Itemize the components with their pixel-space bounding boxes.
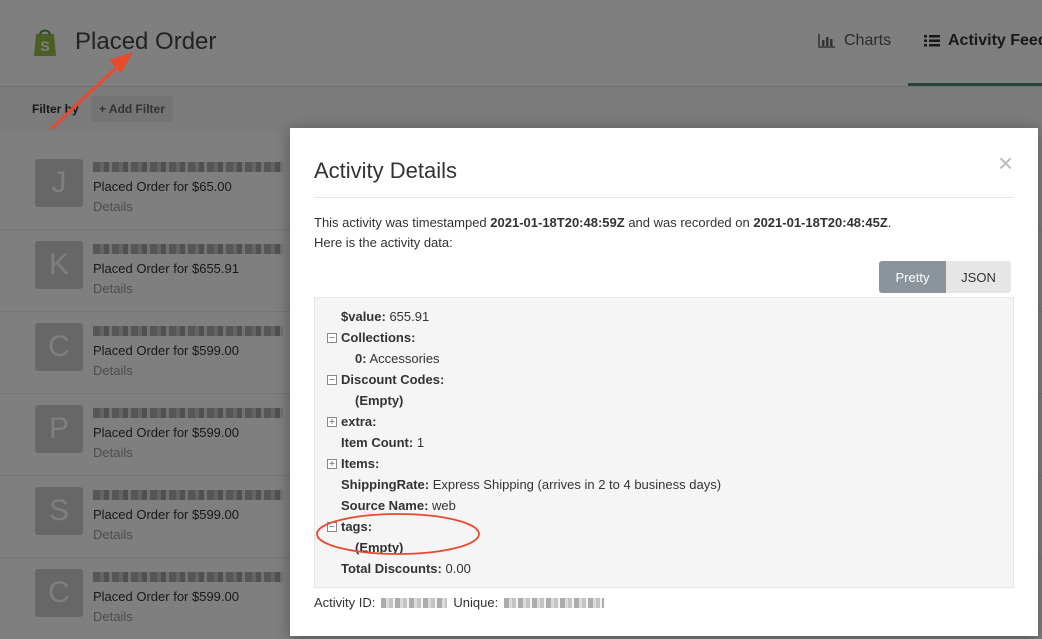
data-row-tags-value: (Empty) [355,540,404,555]
data-row-item-count: Item Count: 1 [341,435,425,450]
expand-icon[interactable]: + [327,459,337,469]
timestamped-at: 2021-01-18T20:48:59Z [490,215,625,230]
collapse-icon[interactable]: − [327,522,337,532]
data-row-collections: Collections: [341,330,416,345]
collapse-icon[interactable]: − [327,375,337,385]
data-row-extra: extra: [341,414,377,429]
close-icon[interactable]: × [998,150,1013,176]
redacted-activity-id [381,597,448,608]
intro-text: Here is the activity data: [314,235,453,250]
data-row-items: Items: [341,456,380,471]
activity-details-modal: Activity Details × This activity was tim… [290,128,1038,636]
data-row-shipping-rate: ShippingRate: Express Shipping (arrives … [341,477,722,492]
data-row-source-name: Source Name: web [341,498,456,513]
data-row-discount-codes-value: (Empty) [355,393,404,408]
data-row-tags: tags: [341,519,373,534]
json-button[interactable]: JSON [946,261,1011,293]
data-row-collections-item: 0: Accessories [355,351,440,366]
collapse-icon[interactable]: − [327,333,337,343]
data-row-discount-codes: Discount Codes: [341,372,445,387]
timestamp-line: This activity was timestamped 2021-01-18… [314,215,892,230]
activity-id-label: Activity ID: [314,595,376,610]
unique-label: Unique: [453,595,499,610]
pretty-button[interactable]: Pretty [879,261,946,293]
modal-title: Activity Details [314,158,458,183]
redacted-unique-id [504,597,605,608]
expand-icon[interactable]: + [327,417,337,427]
data-row-value: $value: 655.91 [341,309,430,324]
divider [314,197,1014,198]
view-toggle: Pretty JSON [879,261,1011,293]
activity-data-panel: $value: 655.91 − Collections: 0: Accesso… [314,297,1014,588]
activity-id-line: Activity ID: Unique: [314,595,610,610]
recorded-at: 2021-01-18T20:48:45Z [753,215,888,230]
data-row-total-discounts: Total Discounts: 0.00 [341,561,471,576]
